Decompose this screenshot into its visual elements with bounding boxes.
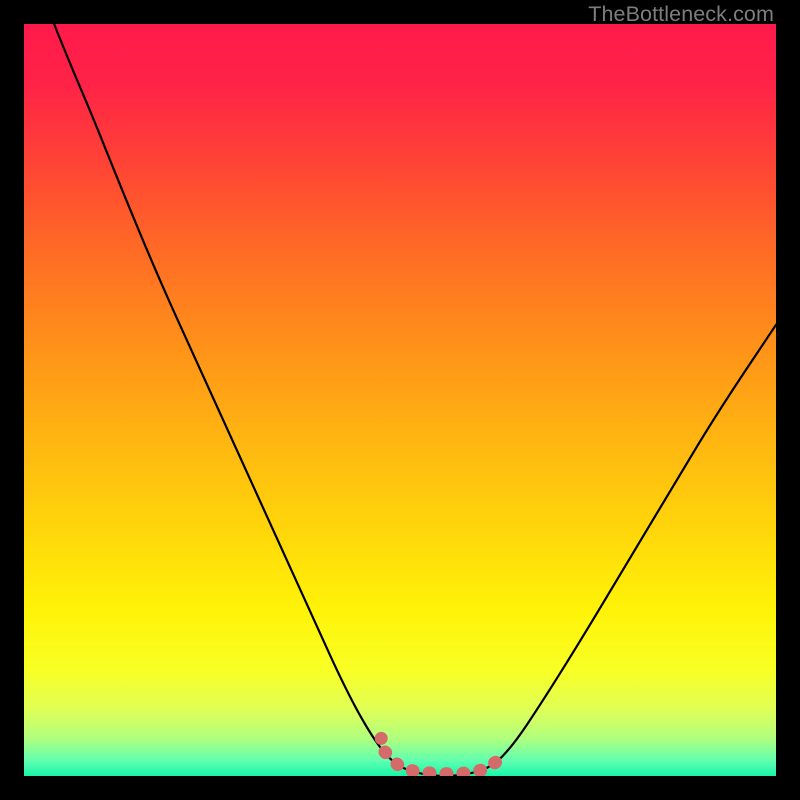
chart-frame [24,24,776,776]
highlight-dot [375,732,388,745]
watermark-text: TheBottleneck.com [588,2,774,27]
gradient-bg [24,24,776,776]
highlight-dots [375,732,388,745]
bottleneck-chart [24,24,776,776]
